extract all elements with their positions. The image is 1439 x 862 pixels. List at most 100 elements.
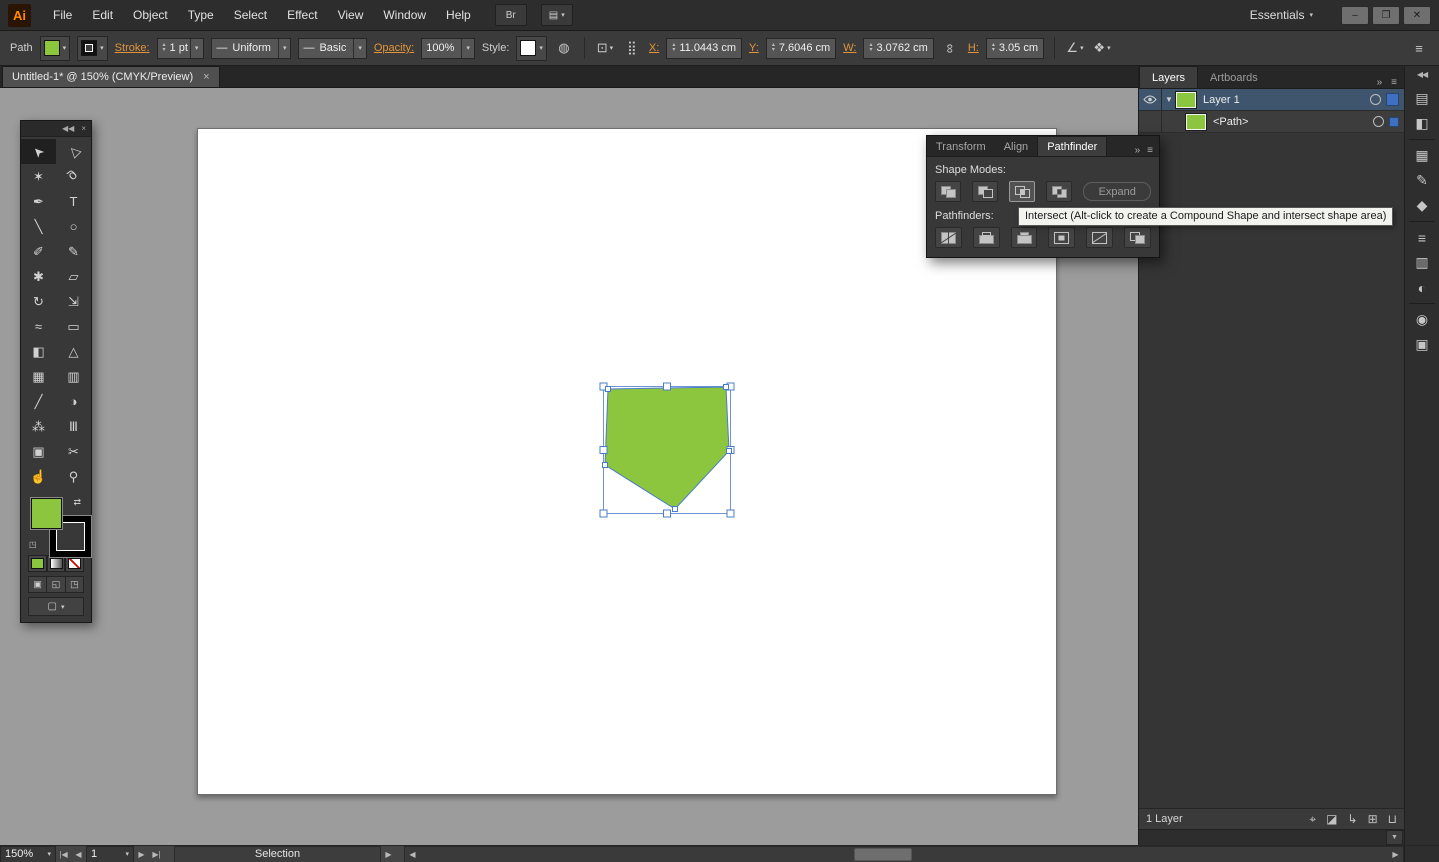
menu-effect[interactable]: Effect (277, 0, 327, 30)
stepper-icon[interactable]: ▴ ▾ (869, 42, 872, 53)
exclude-button[interactable] (1046, 181, 1073, 202)
gradient-button[interactable] (46, 555, 66, 572)
shear-icon[interactable]: ∠ ▾ (1065, 38, 1085, 58)
clipping-mask-icon[interactable]: ◪ (1326, 812, 1337, 827)
width-tool-button[interactable]: ≈ (21, 314, 56, 339)
dock-expand-icon[interactable]: ◀◀ (1417, 70, 1428, 86)
draw-normal-button[interactable]: ▣ (29, 577, 48, 592)
scroll-left-icon[interactable]: ◀ (405, 847, 420, 862)
brushes-panel-icon[interactable]: ✎ (1408, 168, 1436, 193)
stepper-icon[interactable]: ▴ ▾ (772, 42, 775, 53)
stroke-weight-field[interactable]: ▴ ▾ 1 pt ▾ (156, 37, 205, 59)
x-position-field[interactable]: ▴ ▾ 11.0443 cm (666, 37, 743, 59)
height-field[interactable]: ▴ ▾ 3.05 cm (985, 37, 1044, 59)
restore-button[interactable]: ❐ (1372, 5, 1400, 25)
trim-button[interactable] (972, 227, 1000, 248)
tools-panel-header[interactable]: ◀◀ × (21, 121, 91, 137)
perspective-grid-tool-button[interactable]: △ (56, 339, 91, 364)
artboard-number-field[interactable]: 1 ▾ (86, 845, 134, 862)
locate-object-icon[interactable]: ⌖ (1309, 812, 1316, 827)
previous-artboard-button[interactable]: ◀ (71, 847, 86, 862)
document-tab[interactable]: Untitled-1* @ 150% (CMYK/Preview) × (2, 66, 220, 87)
color-guide-panel-icon[interactable]: ◧ (1408, 111, 1436, 136)
layer-row[interactable]: <Path> (1139, 111, 1404, 133)
panel-menu-icon[interactable]: ≡ (1147, 145, 1153, 156)
lasso-tool-button[interactable]: ϱ (56, 164, 91, 189)
magic-wand-tool-button[interactable]: ✶ (21, 164, 56, 189)
stepper-icon[interactable]: ▴ ▾ (163, 42, 166, 53)
unite-button[interactable] (935, 181, 962, 202)
artboard-tool-button[interactable]: ▣ (21, 439, 56, 464)
panel-scrollbar[interactable]: ▼ (1139, 829, 1404, 845)
selection-indicator[interactable] (1386, 93, 1399, 106)
pentagon-path[interactable] (604, 386, 730, 510)
paintbrush-tool-button[interactable]: ✐ (21, 239, 56, 264)
swatches-panel-icon[interactable]: ▦ (1408, 143, 1436, 168)
eraser-tool-button[interactable]: ▱ (56, 264, 91, 289)
layer-row[interactable]: ▼ Layer 1 (1139, 89, 1404, 111)
control-panel-menu-icon[interactable]: ≡ (1409, 38, 1429, 58)
menu-help[interactable]: Help (436, 0, 481, 30)
workspace-switcher[interactable]: Essentials ▾ (1244, 8, 1319, 22)
crop-button[interactable] (1048, 227, 1076, 248)
selection-indicator[interactable] (1389, 116, 1399, 127)
merge-button[interactable] (1010, 227, 1038, 248)
blend-tool-button[interactable]: ◑ (56, 389, 91, 414)
none-button[interactable] (65, 555, 85, 572)
target-icon[interactable] (1370, 94, 1381, 105)
minus-back-button[interactable] (1124, 227, 1151, 248)
graphic-styles-panel-icon[interactable]: ▣ (1408, 332, 1436, 357)
target-icon[interactable] (1373, 116, 1384, 127)
arrange-documents-icon[interactable]: ▤ ▾ (540, 4, 573, 26)
stepper-icon[interactable]: ▴ ▾ (672, 42, 675, 53)
stepper-icon[interactable]: ▴ ▾ (992, 42, 995, 53)
tab-artboards[interactable]: Artboards (1198, 67, 1270, 88)
hand-tool-button[interactable]: ☝ (21, 464, 56, 489)
tab-transform[interactable]: Transform (927, 137, 995, 156)
delete-icon[interactable]: ⊔ (1388, 812, 1397, 827)
column-graph-tool-button[interactable]: Ⅲ (56, 414, 91, 439)
menu-file[interactable]: File (43, 0, 82, 30)
new-sublayer-icon[interactable]: ↳ (1348, 812, 1358, 827)
disclosure-triangle-icon[interactable]: ▼ (1162, 95, 1176, 104)
zoom-level-select[interactable]: 150% ▾ (0, 845, 56, 862)
panel-collapse-icon[interactable]: ◀◀ (62, 124, 74, 133)
tab-close-icon[interactable]: × (203, 71, 209, 83)
divide-button[interactable] (935, 227, 962, 248)
opacity-select[interactable]: 100% ▾ (421, 37, 475, 59)
appearance-panel-icon[interactable]: ◉ (1408, 307, 1436, 332)
fill-color-picker[interactable]: ▾ (39, 35, 71, 61)
draw-behind-button[interactable]: ◱ (47, 577, 66, 592)
eyedropper-tool-button[interactable]: ╱ (21, 389, 56, 414)
gradient-tool-button[interactable]: ▥ (56, 364, 91, 389)
screen-mode-button[interactable]: ▢ ▾ (28, 597, 84, 616)
free-transform-tool-button[interactable]: ▭ (56, 314, 91, 339)
symbol-sprayer-tool-button[interactable]: ⁂ (21, 414, 56, 439)
pen-tool-button[interactable]: ✒ (21, 189, 56, 214)
mesh-tool-button[interactable]: ▦ (21, 364, 56, 389)
panel-close-icon[interactable]: × (81, 124, 86, 133)
bridge-icon[interactable]: Br (494, 4, 527, 26)
intersect-button[interactable] (1009, 181, 1036, 202)
scroll-down-icon[interactable]: ▼ (1386, 830, 1403, 845)
y-position-field[interactable]: ▴ ▾ 7.6046 cm (765, 37, 837, 59)
draw-inside-button[interactable]: ◳ (65, 577, 83, 592)
panel-collapse-icon[interactable]: » (1377, 77, 1383, 88)
minus-front-button[interactable] (972, 181, 999, 202)
layer-name[interactable]: Layer 1 (1203, 94, 1240, 106)
selected-shape[interactable] (599, 382, 735, 518)
first-artboard-button[interactable]: |◀ (56, 847, 71, 862)
blob-brush-tool-button[interactable]: ✱ (21, 264, 56, 289)
visibility-toggle[interactable] (1139, 111, 1162, 132)
symbols-panel-icon[interactable]: ◆ (1408, 193, 1436, 218)
color-panel-icon[interactable]: ▤ (1408, 86, 1436, 111)
pencil-tool-button[interactable]: ✎ (56, 239, 91, 264)
stroke-panel-icon[interactable]: ≡ (1408, 225, 1436, 250)
slice-tool-button[interactable]: ✂ (56, 439, 91, 464)
graphic-style-picker[interactable]: ▾ (516, 35, 547, 61)
status-display-menu-icon[interactable]: ▶ (381, 847, 396, 862)
path-name[interactable]: <Path> (1213, 116, 1248, 128)
rotate-tool-button[interactable]: ↻ (21, 289, 56, 314)
menu-window[interactable]: Window (373, 0, 436, 30)
scroll-right-icon[interactable]: ▶ (1388, 847, 1403, 862)
